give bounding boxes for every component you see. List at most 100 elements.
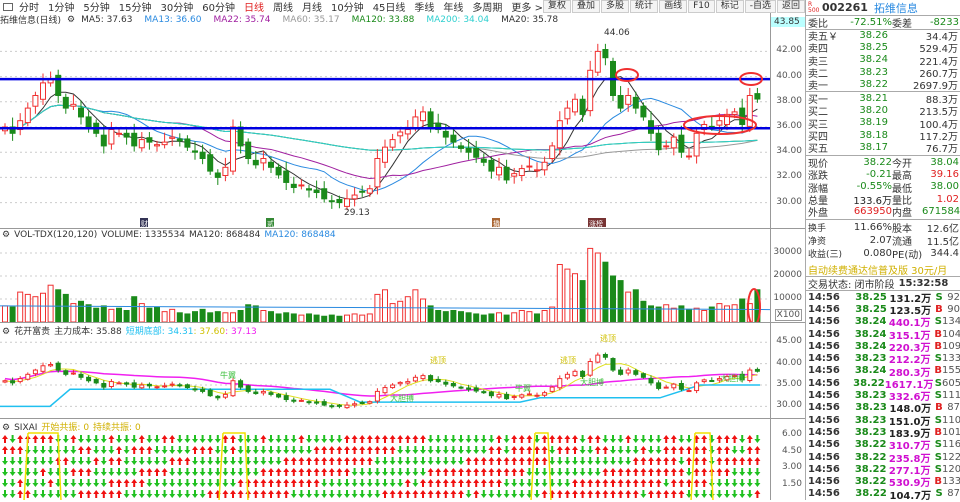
- up-arrow-icon: [268, 468, 274, 476]
- up-arrow-icon: [663, 468, 670, 476]
- toolbar-button[interactable]: 返回: [776, 0, 805, 13]
- volume-bar: [268, 311, 274, 322]
- down-arrow-icon: [192, 435, 198, 443]
- up-arrow-icon: [131, 446, 138, 454]
- sidebar-toggle-icon[interactable]: [3, 2, 13, 11]
- up-arrow-icon: [40, 435, 46, 443]
- down-arrow-icon: [184, 490, 191, 498]
- candlestick-chart[interactable]: 44.06 29.13 财 贰 撬 涨榜: [0, 26, 770, 228]
- period-tab[interactable]: 30分钟: [160, 0, 193, 14]
- up-arrow-icon: [663, 457, 670, 465]
- ad-banner[interactable]: 自动续费通达信普及版 30元/月: [808, 263, 960, 277]
- down-arrow-icon: [336, 479, 343, 487]
- down-arrow-icon: [207, 435, 214, 443]
- up-arrow-icon: [754, 490, 761, 498]
- trade-row: 14:56 38.24 315.1万 B 104: [808, 328, 960, 342]
- down-arrow-icon: [617, 457, 624, 465]
- candle: [290, 176, 297, 194]
- candle: [754, 87, 761, 103]
- period-tab[interactable]: 更多 >: [511, 0, 543, 14]
- up-arrow-icon: [237, 490, 244, 498]
- up-arrow-icon: [283, 490, 290, 498]
- up-arrow-icon: [283, 479, 290, 487]
- up-arrow-icon: [306, 468, 312, 476]
- down-arrow-icon: [564, 479, 571, 487]
- up-arrow-icon: [268, 479, 274, 487]
- toolbar-button[interactable]: F10: [688, 0, 715, 13]
- down-arrow-icon: [640, 435, 647, 443]
- settings-icon[interactable]: ⚙: [2, 423, 10, 433]
- up-arrow-icon: [116, 446, 122, 454]
- volume-chart[interactable]: [0, 228, 770, 322]
- down-arrow-icon: [420, 446, 426, 454]
- candle: [640, 372, 646, 379]
- settings-icon[interactable]: ⚙: [2, 230, 10, 240]
- down-arrow-icon: [123, 446, 130, 454]
- up-arrow-icon: [47, 435, 54, 443]
- period-tab[interactable]: 45日线: [373, 0, 406, 14]
- up-arrow-icon: [640, 446, 647, 454]
- price-tick: 40.00: [776, 70, 802, 81]
- svg-text:涨榜: 涨榜: [589, 219, 603, 228]
- period-tab[interactable]: 年线: [443, 0, 463, 14]
- price-tick: 32.00: [776, 171, 802, 182]
- down-arrow-icon: [146, 457, 153, 465]
- down-arrow-icon: [572, 468, 578, 476]
- up-arrow-icon: [306, 457, 312, 465]
- down-arrow-icon: [739, 435, 746, 443]
- event-marker[interactable]: 涨榜: [588, 218, 606, 228]
- toolbar-button[interactable]: 多股: [601, 0, 630, 13]
- candle: [542, 390, 548, 398]
- down-arrow-icon: [572, 457, 578, 465]
- down-arrow-icon: [397, 468, 404, 476]
- period-tab[interactable]: 周线: [273, 0, 293, 14]
- candle: [610, 357, 616, 372]
- period-tab[interactable]: 月线: [302, 0, 322, 14]
- period-tab[interactable]: 60分钟: [202, 0, 235, 14]
- toolbar-button[interactable]: 标记: [715, 0, 744, 13]
- down-arrow-icon: [412, 479, 419, 487]
- toolbar-button[interactable]: 叠加: [572, 0, 601, 13]
- down-arrow-icon: [78, 479, 84, 487]
- down-arrow-icon: [328, 490, 335, 498]
- up-arrow-icon: [313, 457, 320, 465]
- down-arrow-icon: [503, 479, 510, 487]
- candle: [359, 400, 365, 405]
- settings-icon[interactable]: ⚙: [2, 327, 10, 337]
- period-tab[interactable]: 分时: [19, 0, 39, 14]
- toolbar-button[interactable]: 画线: [659, 0, 688, 13]
- candle: [480, 153, 487, 167]
- period-tab[interactable]: 5分钟: [83, 0, 109, 14]
- toolbar-button[interactable]: -自选: [744, 0, 776, 13]
- stock-code: 002261: [822, 1, 868, 14]
- toolbar-button[interactable]: 统计: [630, 0, 659, 13]
- indicator-tick: 45.00: [776, 336, 802, 347]
- buy-row[interactable]: 买五 38.17 76.7万: [808, 142, 960, 155]
- period-tab[interactable]: 1分钟: [48, 0, 74, 14]
- up-arrow-icon: [260, 490, 267, 498]
- down-arrow-icon: [731, 490, 738, 498]
- up-arrow-icon: [442, 468, 449, 476]
- down-arrow-icon: [252, 468, 259, 476]
- down-arrow-icon: [108, 446, 115, 454]
- down-arrow-icon: [32, 457, 39, 465]
- down-arrow-icon: [754, 479, 761, 487]
- period-tab[interactable]: 季线: [414, 0, 434, 14]
- down-arrow-icon: [632, 446, 639, 454]
- up-arrow-icon: [275, 468, 282, 476]
- settings-icon[interactable]: ⚙: [67, 15, 75, 25]
- toolbar-button[interactable]: 复权: [543, 0, 572, 13]
- sell-row[interactable]: 卖一 38.22 2697.9万: [808, 79, 960, 92]
- period-tab[interactable]: 15分钟: [119, 0, 152, 14]
- period-tab[interactable]: 10分钟: [331, 0, 364, 14]
- up-arrow-icon: [17, 490, 24, 498]
- volume-bar: [701, 310, 708, 322]
- down-arrow-icon: [93, 479, 100, 487]
- period-tab[interactable]: 日线: [244, 0, 264, 14]
- event-marker[interactable]: 撬: [492, 218, 500, 228]
- up-arrow-icon: [663, 446, 670, 454]
- down-arrow-icon: [480, 435, 487, 443]
- period-tab[interactable]: 多周期: [472, 0, 502, 14]
- event-marker[interactable]: 贰: [266, 218, 274, 228]
- event-marker[interactable]: 财: [140, 218, 148, 228]
